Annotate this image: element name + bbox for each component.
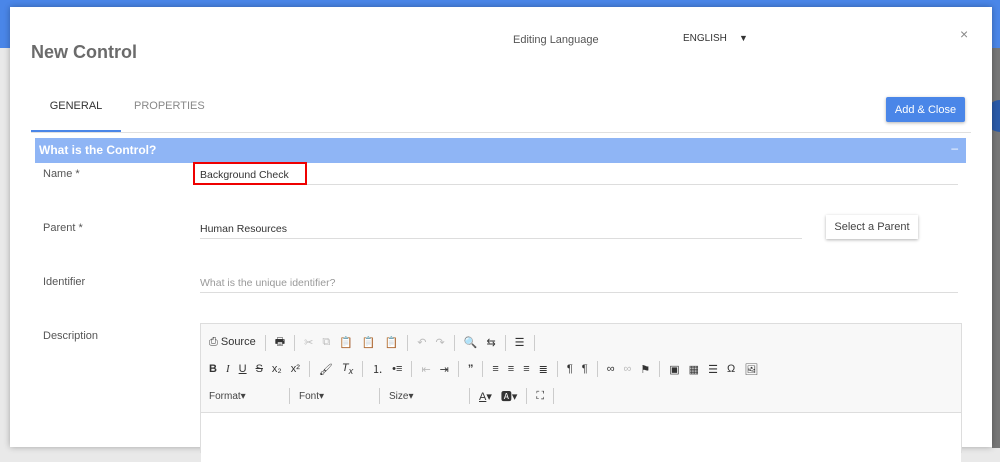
language-select[interactable]: ENGLISH [683, 33, 727, 44]
bold-icon[interactable]: B [209, 363, 217, 375]
identifier-input[interactable]: What is the unique identifier? [200, 273, 958, 293]
undo-icon[interactable]: ↶ [417, 336, 426, 349]
italic-icon[interactable]: I [226, 363, 230, 375]
parent-label: Parent * [43, 222, 83, 234]
anchor-icon[interactable]: ⚑ [640, 363, 650, 376]
outdent-icon[interactable]: ⇤ [421, 363, 430, 376]
section-title: What is the Control? [39, 143, 157, 157]
editing-language-label: Editing Language [513, 34, 599, 46]
tab-general[interactable]: GENERAL [31, 100, 121, 132]
table-icon[interactable]: ▦ [689, 363, 699, 376]
image-icon[interactable]: 🖼 [744, 363, 758, 376]
close-icon[interactable]: × [960, 26, 968, 42]
bulleted-list-icon[interactable]: •≡ [392, 363, 402, 375]
ltr-icon[interactable]: ¶ [567, 363, 573, 375]
font-dropdown[interactable]: Font▾ [299, 391, 371, 402]
flash-icon[interactable]: ▣ [669, 363, 679, 376]
name-label: Name * [43, 168, 80, 180]
paste-text-icon[interactable]: 📋 [362, 336, 376, 349]
redo-icon[interactable]: ↷ [436, 336, 445, 349]
subscript-icon[interactable]: x₂ [272, 363, 282, 375]
rtl-icon[interactable]: ¶ [582, 363, 588, 375]
strikethrough-icon[interactable]: S [256, 363, 263, 375]
copy-icon[interactable]: ⧉ [322, 336, 330, 349]
caret-down-icon[interactable]: ▼ [739, 33, 748, 43]
bg-color-icon[interactable]: 🅰▾ [501, 388, 518, 404]
add-close-button[interactable]: Add & Close [886, 97, 965, 122]
rich-text-editor: ⎙ Source 🖶 ✂ ⧉ 📋 📋 📋 ↶ ↷ 🔍 ⇆ ☰ B I U Sx₂ x² 🖌 Tx ⒈… [200, 323, 962, 462]
identifier-label: Identifier [43, 276, 86, 288]
description-editor-area[interactable] [201, 412, 961, 462]
find-icon[interactable]: 🔍 [464, 336, 478, 349]
paste-word-icon[interactable]: 📋 [385, 336, 399, 349]
copy-format-icon[interactable]: 🖌 [319, 363, 333, 376]
new-control-dialog: New Control Editing Language ENGLISH ▼ ×… [10, 7, 992, 462]
collapse-icon[interactable]: – [951, 141, 958, 155]
tab-divider [31, 132, 971, 133]
section-header[interactable]: What is the Control? – [35, 138, 966, 163]
print-icon[interactable]: 🖶 [275, 333, 285, 352]
align-center-icon[interactable]: ≡ [508, 363, 514, 375]
maximize-icon[interactable]: ⛶ [536, 390, 544, 403]
name-input[interactable]: Background Check [200, 165, 958, 185]
format-dropdown[interactable]: Format▾ [209, 391, 281, 402]
underline-icon[interactable]: U [239, 363, 247, 375]
parent-input[interactable]: Human Resources [200, 219, 802, 239]
link-icon[interactable]: ∞ [607, 363, 615, 375]
dialog-title: New Control [31, 42, 137, 62]
description-label: Description [43, 330, 99, 342]
special-char-icon[interactable]: Ω [727, 363, 735, 375]
replace-icon[interactable]: ⇆ [486, 336, 495, 349]
justify-icon[interactable]: ≣ [539, 363, 548, 376]
page-break-icon[interactable]: ☰ [515, 336, 525, 349]
blockquote-icon[interactable]: ” [468, 363, 474, 375]
numbered-list-icon[interactable]: ⒈ [372, 361, 383, 377]
align-right-icon[interactable]: ≡ [523, 363, 529, 375]
horizontal-line-icon[interactable]: ☰ [708, 363, 718, 376]
tab-properties[interactable]: PROPERTIES [134, 100, 205, 112]
remove-format-icon[interactable]: Tx [342, 362, 353, 376]
select-parent-button[interactable]: Select a Parent [826, 215, 918, 239]
highlight-box [193, 162, 307, 185]
paste-icon[interactable]: 📋 [339, 336, 353, 349]
indent-icon[interactable]: ⇥ [440, 363, 449, 376]
text-color-icon[interactable]: A▾ [479, 390, 492, 403]
superscript-icon[interactable]: x² [291, 363, 300, 375]
size-dropdown[interactable]: Size▾ [389, 391, 461, 402]
align-left-icon[interactable]: ≡ [492, 363, 498, 375]
cut-icon[interactable]: ✂ [304, 336, 313, 349]
unlink-icon[interactable]: ∞ [624, 363, 632, 375]
source-button[interactable]: ⎙ Source [209, 336, 256, 349]
